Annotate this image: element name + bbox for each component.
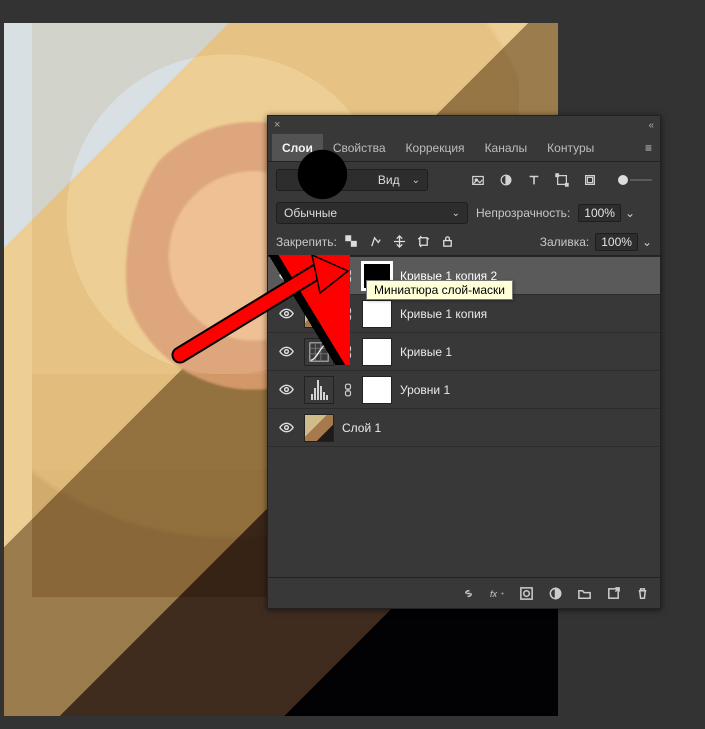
layer-row[interactable]: Слой 1 [268,409,660,447]
fx-icon[interactable]: fx [490,586,505,601]
levels-icon[interactable] [304,376,334,404]
fill-label: Заливка: [540,235,590,249]
filter-shape-icon[interactable] [552,170,572,190]
visibility-toggle[interactable] [277,382,296,397]
close-icon[interactable]: × [274,119,280,131]
chevron-down-icon: ⌄ [412,175,420,186]
collapse-icon[interactable]: « [648,120,654,131]
add-mask-icon[interactable] [519,586,534,601]
layer-mask-thumbnail[interactable] [362,300,392,328]
opacity-field[interactable]: 100% ⌄ [578,204,635,222]
filter-row: Вид ⌄ [268,162,660,198]
filter-smart-icon[interactable] [580,170,600,190]
layer-name: Уровни 1 [400,383,450,397]
fill-field[interactable]: 100% ⌄ [595,233,652,251]
link-layers-icon[interactable] [461,586,476,601]
tab-channels[interactable]: Каналы [475,134,538,161]
chevron-down-icon: ⌄ [642,235,652,249]
opacity-value: 100% [578,204,621,222]
adjustment-icon[interactable] [548,586,563,601]
layer-name: Кривые 1 [400,345,452,359]
layer-name: Кривые 1 копия [400,307,487,321]
blend-mode-dropdown[interactable]: Обычные ⌄ [276,202,468,224]
annotation-arrow [160,255,350,365]
lock-pixels-icon[interactable] [367,233,385,251]
layer-row[interactable]: Уровни 1 [268,371,660,409]
layer-mask-thumbnail[interactable] [362,376,392,404]
group-icon[interactable] [577,586,592,601]
blend-mode-value: Обычные [284,206,337,220]
panel-bottom-bar: fx [268,578,660,608]
tooltip: Миниатюра слой-маски [366,280,513,300]
chevron-down-icon: ⌄ [452,208,460,219]
layer-mask-thumbnail[interactable] [362,338,392,366]
visibility-toggle[interactable] [277,420,296,435]
chevron-down-icon: ⌄ [625,206,635,220]
panel-menu-icon[interactable]: ≡ [637,141,660,155]
lock-all-icon[interactable] [439,233,457,251]
filter-label: Вид [378,173,400,187]
tab-paths[interactable]: Контуры [537,134,604,161]
lock-artboard-icon[interactable] [415,233,433,251]
delete-icon[interactable] [635,586,650,601]
lock-row: Закрепить: Заливка: 100% ⌄ [268,228,660,256]
blend-row: Обычные ⌄ Непрозрачность: 100% ⌄ [268,198,660,228]
new-layer-icon[interactable] [606,586,621,601]
panel-header: × « [268,116,660,134]
fill-value: 100% [595,233,638,251]
opacity-label: Непрозрачность: [476,206,570,220]
svg-text:fx: fx [490,588,498,598]
link-icon[interactable] [342,383,354,397]
lock-position-icon[interactable] [391,233,409,251]
lock-transparency-icon[interactable] [343,233,361,251]
filter-text-icon[interactable] [524,170,544,190]
filter-adjust-icon[interactable] [496,170,516,190]
filter-toggle[interactable] [618,175,652,185]
filter-pixel-icon[interactable] [468,170,488,190]
lock-label: Закрепить: [276,235,337,249]
layer-thumbnail[interactable] [304,414,334,442]
layer-name: Слой 1 [342,421,381,435]
layer-filter-dropdown[interactable]: Вид ⌄ [276,169,428,191]
tab-correction[interactable]: Коррекция [396,134,475,161]
